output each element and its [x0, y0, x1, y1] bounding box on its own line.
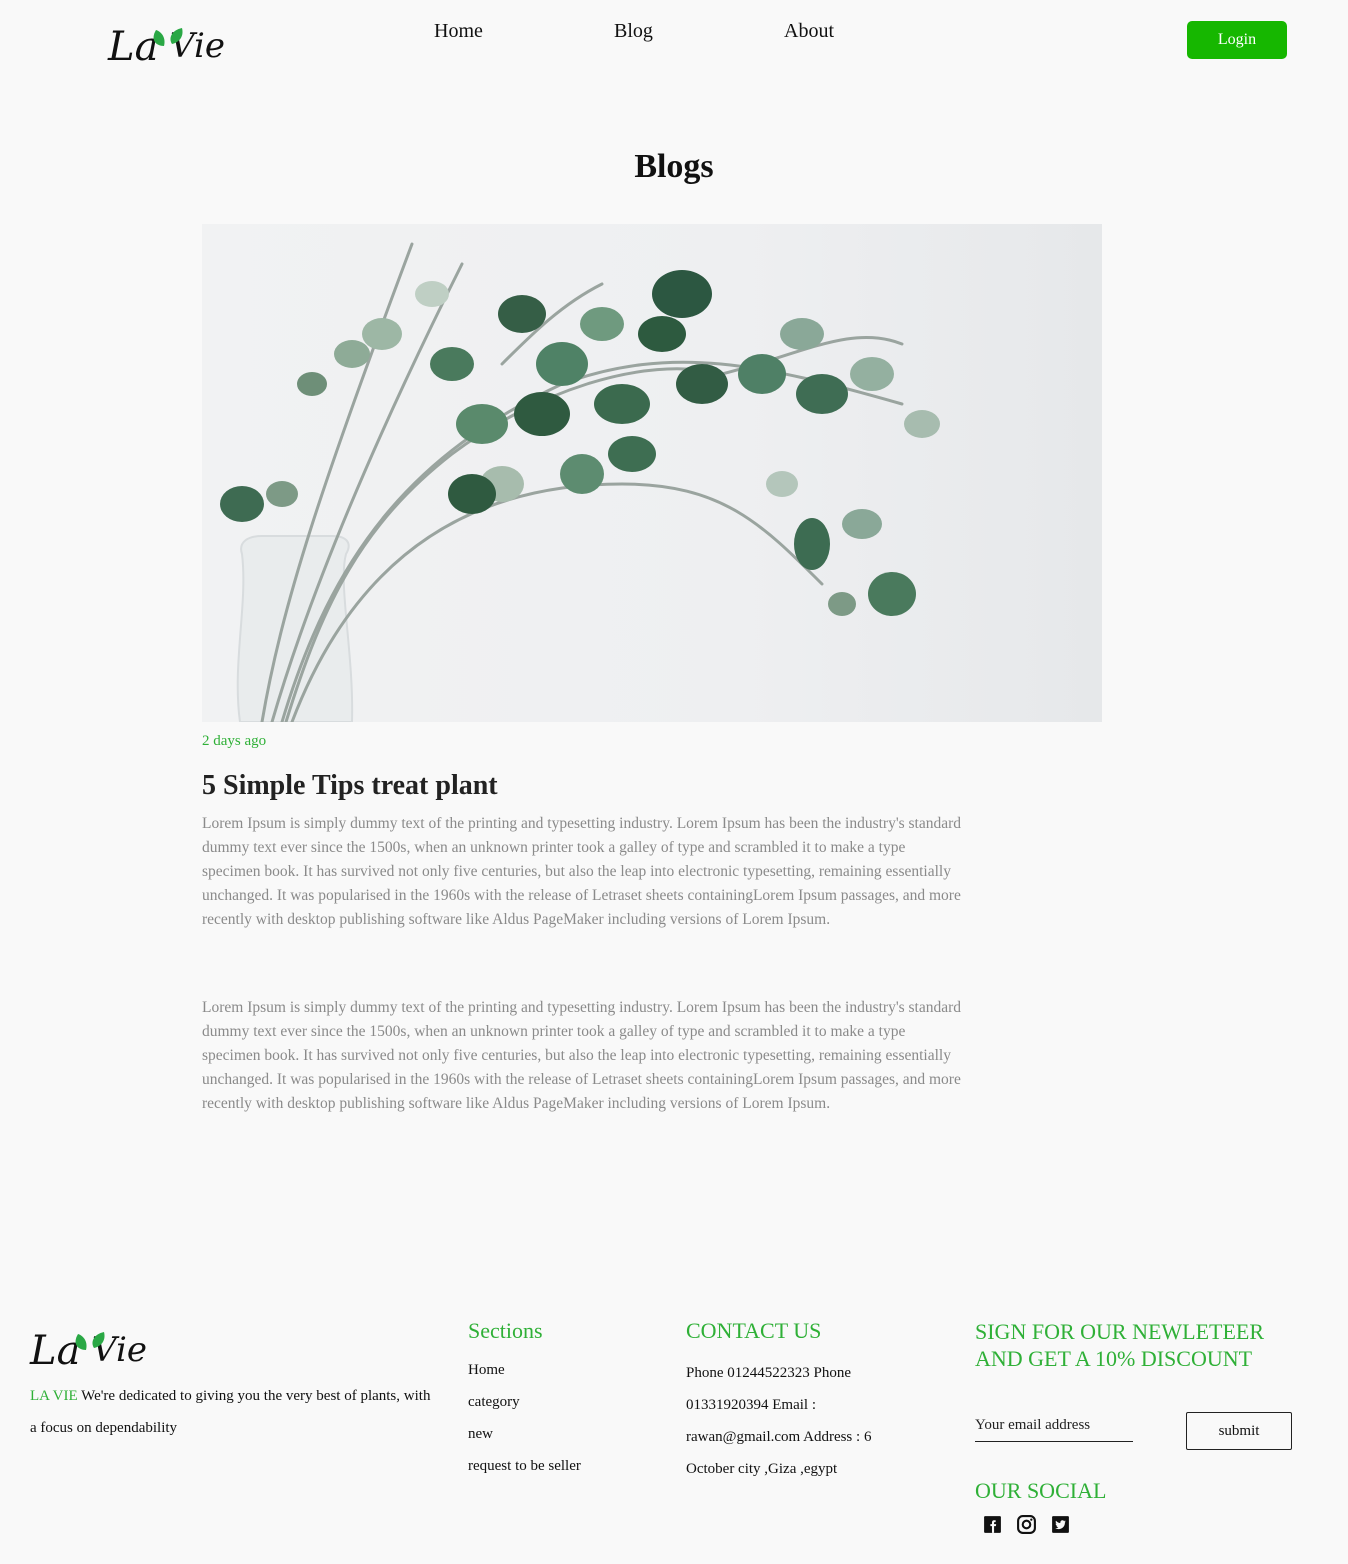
- post-title[interactable]: 5 Simple Tips treat plant: [202, 770, 498, 802]
- newsletter-submit-button[interactable]: submit: [1186, 1412, 1292, 1450]
- login-button[interactable]: Login: [1187, 21, 1287, 59]
- footer-contact-heading: CONTACT US: [686, 1318, 822, 1343]
- instagram-icon[interactable]: [1016, 1514, 1037, 1535]
- footer-sections-list: Home category new request to be seller: [468, 1357, 581, 1485]
- nav-home[interactable]: Home: [434, 20, 483, 43]
- page-title: Blogs: [634, 148, 714, 185]
- twitter-icon[interactable]: [1050, 1514, 1071, 1535]
- eucalyptus-branch-illustration: [220, 242, 940, 722]
- main-nav: Home Blog About: [0, 20, 1348, 50]
- nav-blog[interactable]: Blog: [614, 20, 653, 43]
- social-icons: [982, 1514, 1071, 1535]
- nav-about[interactable]: About: [784, 20, 834, 43]
- facebook-icon[interactable]: [982, 1514, 1003, 1535]
- footer-sections-heading: Sections: [468, 1318, 543, 1343]
- footer-link-request-seller[interactable]: request to be seller: [468, 1453, 581, 1485]
- footer-brand-name: LA VIE: [30, 1388, 78, 1404]
- blog-hero-image: [202, 224, 1102, 722]
- svg-text:La: La: [29, 1328, 80, 1372]
- post-paragraph: Lorem Ipsum is simply dummy text of the …: [202, 815, 962, 928]
- footer-la-vie-logo[interactable]: La Vie: [28, 1316, 154, 1372]
- post-date: 2 days ago: [202, 733, 267, 749]
- footer-contact-text: Phone 01244522323 Phone 01331920394 Emai…: [686, 1365, 872, 1477]
- footer-about-description: We're dedicated to giving you the very b…: [30, 1388, 431, 1436]
- newsletter-email-input[interactable]: [975, 1410, 1133, 1442]
- social-heading: OUR SOCIAL: [975, 1478, 1107, 1503]
- post-paragraph: Lorem Ipsum is simply dummy text of the …: [202, 999, 962, 1112]
- newsletter-heading: SIGN FOR OUR NEWLETEER AND GET A 10% DIS…: [975, 1319, 1265, 1371]
- footer-link-category[interactable]: category: [468, 1389, 581, 1421]
- footer-about-text: LA VIE We're dedicated to giving you the…: [30, 1380, 440, 1444]
- footer-link-new[interactable]: new: [468, 1421, 581, 1453]
- footer-link-home[interactable]: Home: [468, 1357, 581, 1389]
